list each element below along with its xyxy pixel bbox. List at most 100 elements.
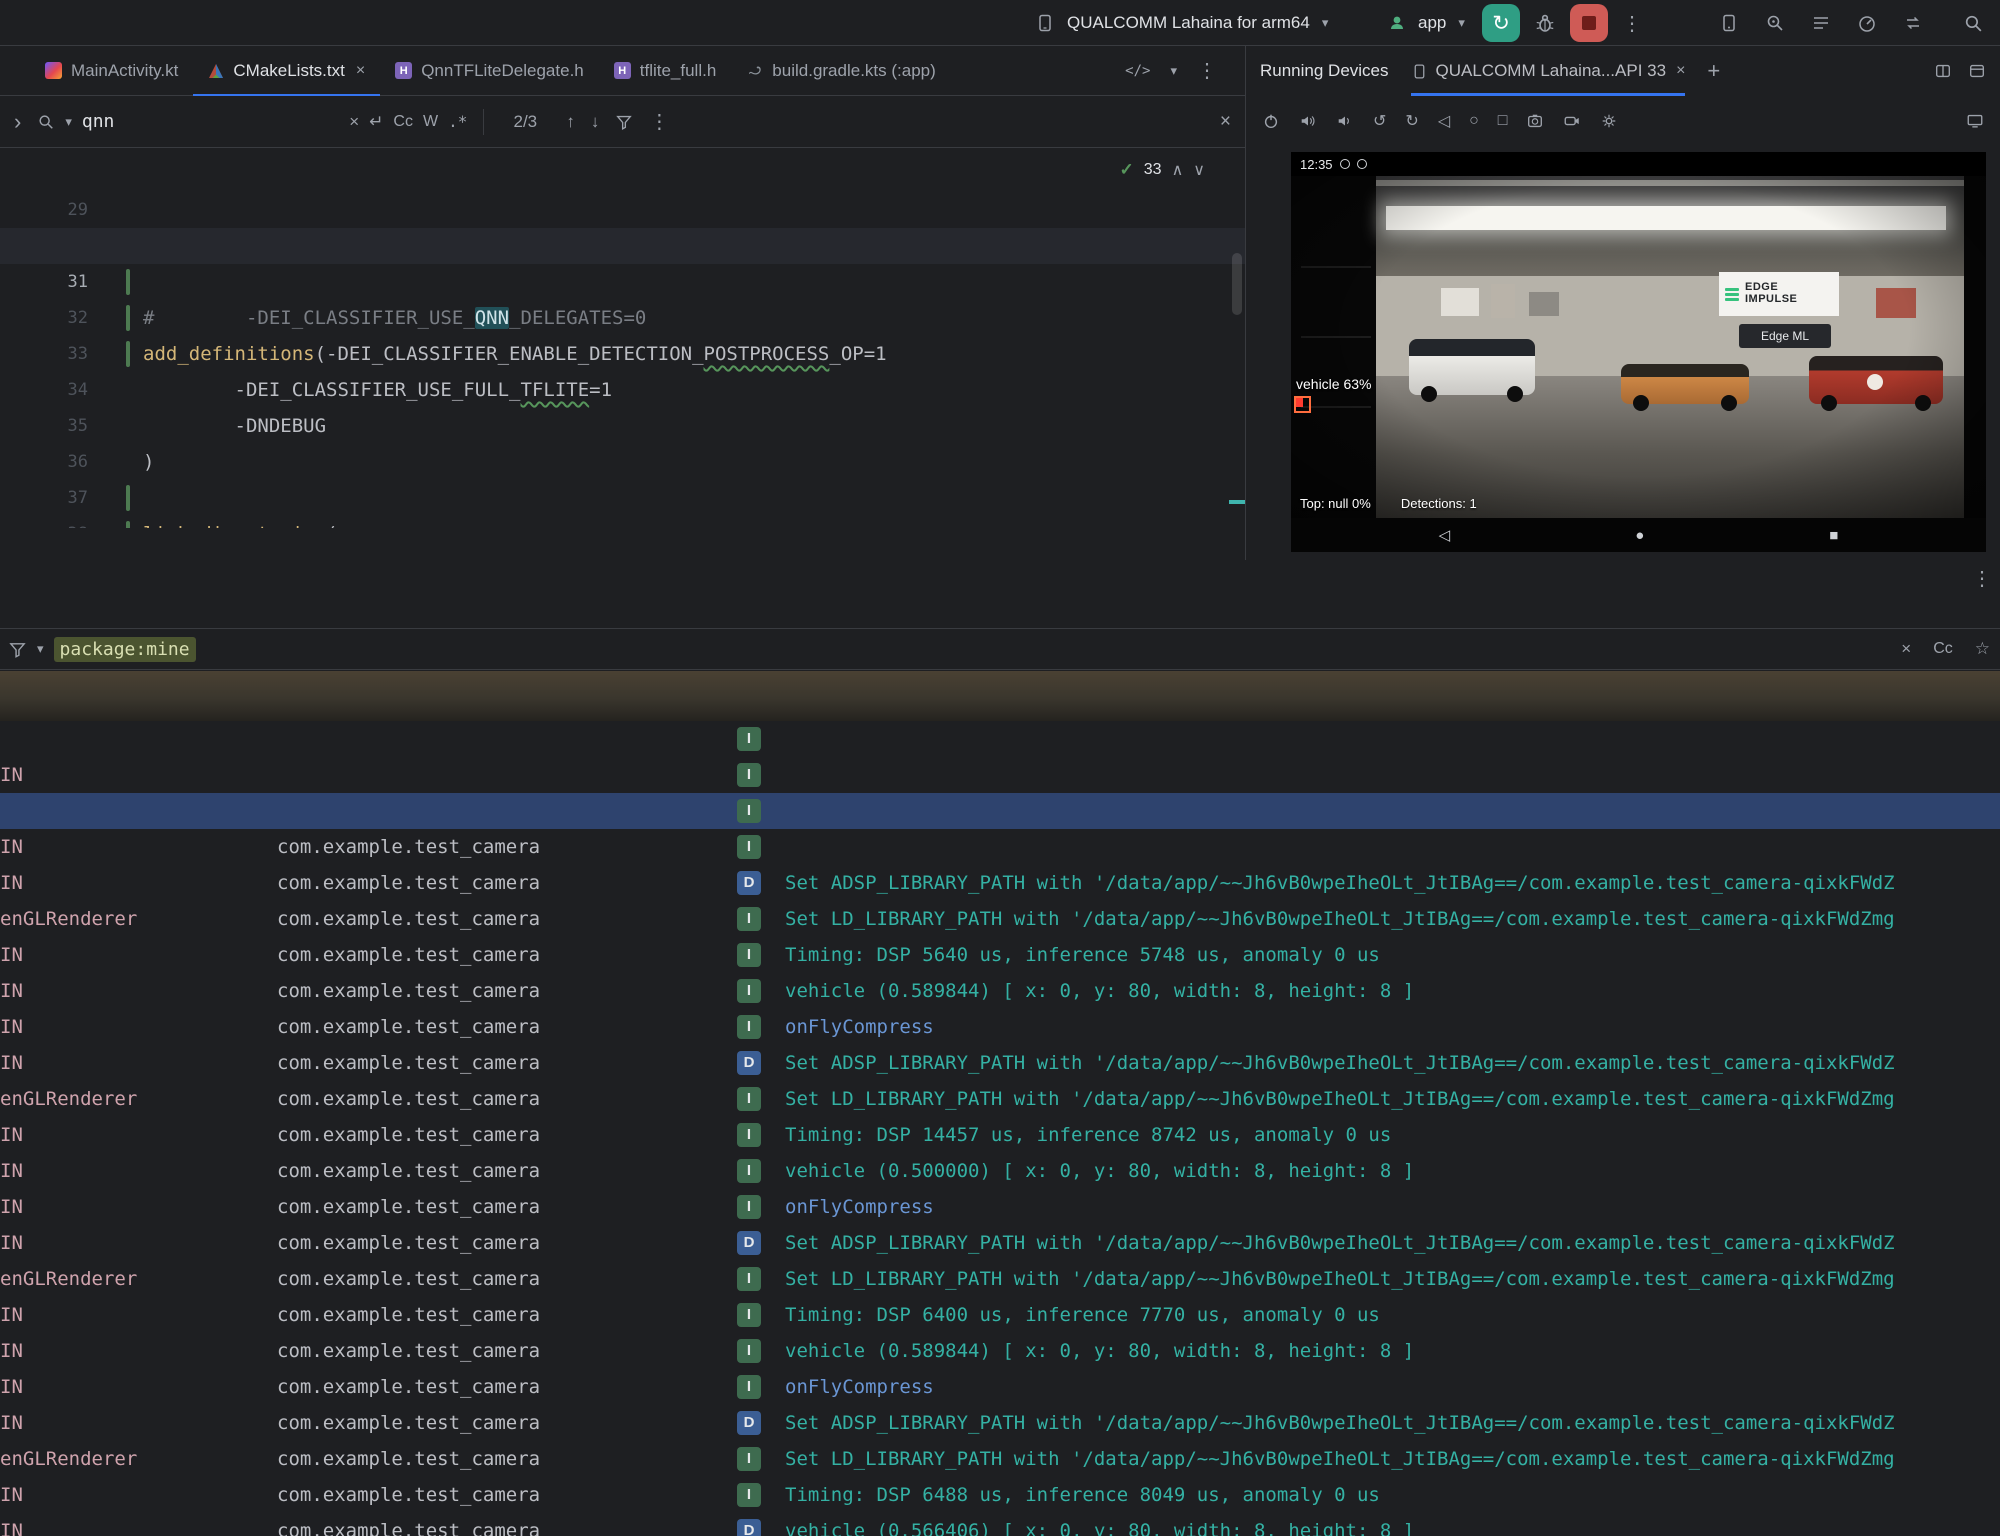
log-row[interactable]: enGLRenderer com.example.test_camera D o… (0, 1045, 2000, 1081)
previous-occurrence-icon[interactable]: ↑ (566, 112, 575, 132)
run-config-selector[interactable]: app ▾ (1388, 0, 1465, 46)
close-find-bar-icon[interactable]: × (1220, 111, 1231, 133)
search-history-icon[interactable]: ▾ (65, 114, 72, 130)
code-line[interactable]: 30 (0, 192, 1245, 228)
clear-search-icon[interactable]: × (349, 112, 359, 132)
log-row[interactable]: IN com.example.test_camera I Set LD_LIBR… (0, 937, 2000, 973)
words-toggle[interactable]: W (423, 113, 438, 131)
tab-tflite-full-h[interactable]: H tflite_full.h (599, 46, 732, 96)
stop-button[interactable] (1570, 4, 1608, 42)
log-row[interactable]: IN com.example.test_camera I Timing: DSP… (0, 1153, 2000, 1189)
rerun-button[interactable]: ↻ (1482, 4, 1520, 42)
android-recents-icon[interactable]: □ (1498, 112, 1508, 130)
expand-icon[interactable]: › (14, 109, 21, 135)
volume-down-icon[interactable] (1336, 112, 1354, 130)
add-device-icon[interactable]: + (1707, 58, 1720, 84)
hide-panel-icon[interactable] (1968, 62, 1986, 80)
android-home-icon[interactable]: ○ (1469, 112, 1479, 130)
nav-home-icon[interactable]: ● (1635, 527, 1644, 544)
device-manager-icon[interactable] (1719, 13, 1739, 33)
log-row[interactable]: IN com.example.test_camera I vehicle (0.… (0, 1189, 2000, 1225)
markup-preview-icon[interactable]: </> (1125, 63, 1150, 79)
device-settings-icon[interactable] (1600, 112, 1618, 130)
todo-list-icon[interactable] (1811, 13, 1831, 33)
log-row[interactable]: IN com.example.test_camera I Set ADSP_LI… (0, 721, 2000, 757)
newline-icon[interactable]: ↵ (369, 112, 383, 132)
search-options-icon[interactable]: ⋮ (649, 109, 669, 134)
volume-up-icon[interactable] (1299, 112, 1317, 130)
log-row[interactable]: enGLRenderer com.example.test_camera D o… (0, 1225, 2000, 1261)
match-case-toggle[interactable]: Cc (393, 113, 413, 131)
log-row[interactable]: IN com.example.test_camera I Timing: DSP… (0, 973, 2000, 1009)
log-row[interactable]: IN com.example.test_camera I Set LD_LIBR… (0, 1297, 2000, 1333)
code-line[interactable]: 35 ) (0, 372, 1245, 408)
device-selector[interactable]: QUALCOMM Lahaina for arm64 ▾ (1035, 0, 1328, 46)
next-occurrence-icon[interactable]: ↓ (591, 112, 600, 132)
log-row[interactable]: IN com.example.test_camera I Set ADSP_LI… (0, 1081, 2000, 1117)
log-row[interactable]: IN com.example.test_camera I Set LD_LIBR… (0, 757, 2000, 793)
split-panel-icon[interactable] (1934, 62, 1952, 80)
log-row[interactable]: IN com.example.test_camera I Set ADSP_LI… (0, 1441, 2000, 1477)
log-row[interactable]: IN com.example.test_camera I Set ADSP_LI… (0, 901, 2000, 937)
search-everywhere-icon[interactable] (1963, 13, 1984, 34)
more-actions-icon[interactable]: ⋮ (1622, 11, 1642, 36)
tab-mainactivity-kt[interactable]: MainActivity.kt (30, 46, 193, 96)
find-in-files-icon[interactable] (1765, 13, 1785, 33)
search-query[interactable]: qnn (82, 111, 115, 132)
chevron-down-icon[interactable]: ▾ (1170, 63, 1177, 79)
inspections-widget[interactable]: ✓ 33 ∧ ∨ (1120, 160, 1205, 180)
close-icon[interactable]: × (1676, 62, 1685, 80)
filter-search-icon[interactable] (615, 113, 633, 131)
power-icon[interactable] (1262, 112, 1280, 130)
prev-problem-icon[interactable]: ∧ (1172, 160, 1184, 180)
logcat-options-icon[interactable]: ⋮ (1972, 566, 1992, 591)
screen-record-icon[interactable] (1563, 112, 1581, 130)
search-field[interactable]: ▾ qnn × ↵ Cc W .* (37, 111, 467, 132)
code-line[interactable]: 29 (0, 156, 1245, 192)
code-line[interactable]: 36 (0, 408, 1245, 444)
logcat-list[interactable]: IN com.example.test_camera I Set ADSP_LI… (0, 721, 2000, 1536)
debug-button[interactable] (1534, 12, 1556, 34)
device-screen[interactable]: 12:35 EDGE IMPULSE Edge ML (1291, 152, 1986, 552)
tab-cmakelists-txt[interactable]: CMakeLists.txt × (193, 46, 380, 96)
editor-scrollbar[interactable] (1232, 253, 1242, 315)
log-row[interactable]: enGLRenderer com.example.test_camera D o… (0, 1513, 2000, 1536)
nav-back-icon[interactable]: ◁ (1439, 526, 1451, 544)
tab-build-gradle-kts[interactable]: build.gradle.kts (:app) (731, 46, 950, 96)
rotate-right-icon[interactable]: ↻ (1405, 111, 1418, 131)
code-line[interactable]: 39 ${CMAKE_SOURCE_DIR}/tflite/android64/… (0, 516, 1245, 528)
display-mode-icon[interactable] (1966, 112, 1984, 130)
log-row[interactable]: enGLRenderer com.example.test_camera D o… (0, 1405, 2000, 1441)
rotate-left-icon[interactable]: ↺ (1373, 111, 1386, 131)
code-line[interactable]: 32 add_definitions(-DEI_CLASSIFIER_ENABL… (0, 264, 1245, 300)
nav-recents-icon[interactable]: ■ (1829, 527, 1838, 544)
log-row[interactable]: IN com.example.test_camera I vehicle (0.… (0, 1009, 2000, 1045)
regex-toggle[interactable]: .* (448, 112, 467, 131)
log-row[interactable]: IN com.example.test_camera I Set LD_LIBR… (0, 1117, 2000, 1153)
device-tab[interactable]: QUALCOMM Lahaina...API 33 × (1411, 46, 1686, 96)
logcat-filter-query[interactable]: package:mine (54, 637, 196, 662)
code-line[interactable]: 33 -DEI_CLASSIFIER_USE_FULL_TFLITE=1 (0, 300, 1245, 336)
log-row[interactable]: IN com.example.test_camera I vehicle (0.… (0, 1369, 2000, 1405)
log-row[interactable]: IN com.example.test_camera I Set LD_LIBR… (0, 1477, 2000, 1513)
logcat-filter-bar[interactable]: ▾ package:mine × Cc ☆ (0, 628, 2000, 670)
favorite-filter-icon[interactable]: ☆ (1975, 639, 1990, 659)
tab-qnntflitedelegate-h[interactable]: H QnnTFLiteDelegate.h (380, 46, 599, 96)
code-line[interactable]: 31 # -DEI_CLASSIFIER_USE_QNN_DELEGATES=0 (0, 228, 1245, 264)
android-back-icon[interactable]: ◁ (1438, 111, 1450, 131)
screenshot-icon[interactable] (1526, 112, 1544, 130)
sync-icon[interactable] (1903, 13, 1923, 33)
code-editor[interactable]: 29 30 31 # -DEI_CLASSIFIER_USE_QNN_DELEG… (0, 148, 1245, 528)
filter-match-case-toggle[interactable]: Cc (1933, 640, 1953, 658)
code-line[interactable]: 38 ${CMAKE_SOURCE_DIR}/tflite/android64 (0, 480, 1245, 516)
next-problem-icon[interactable]: ∨ (1193, 160, 1205, 180)
clear-filter-icon[interactable]: × (1901, 639, 1911, 659)
log-row[interactable]: IN com.example.test_camera I vehicle (0.… (0, 829, 2000, 865)
kebab-menu-icon[interactable]: ⋮ (1197, 58, 1217, 83)
close-icon[interactable]: × (356, 62, 365, 80)
log-row[interactable]: IN com.example.test_camera I Set ADSP_LI… (0, 1261, 2000, 1297)
log-row[interactable]: IN com.example.test_camera I Timing: DSP… (0, 1333, 2000, 1369)
log-row[interactable]: IN com.example.test_camera I Timing: DSP… (0, 793, 2000, 829)
log-row[interactable]: enGLRenderer com.example.test_camera D o… (0, 865, 2000, 901)
filter-history-icon[interactable]: ▾ (37, 641, 44, 657)
